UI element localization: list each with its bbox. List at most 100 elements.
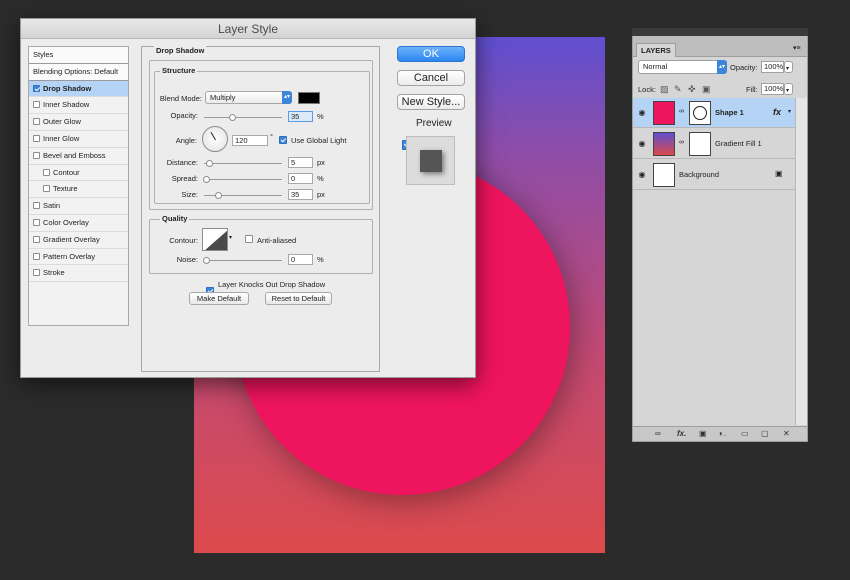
style-item[interactable]: Pattern Overlay bbox=[29, 249, 128, 266]
style-item[interactable]: Color Overlay bbox=[29, 215, 128, 232]
style-checkbox[interactable] bbox=[33, 269, 40, 277]
make-default-button[interactable]: Make Default bbox=[189, 292, 249, 305]
spread-slider-thumb[interactable] bbox=[203, 176, 210, 183]
size-field[interactable]: 35 bbox=[288, 189, 313, 200]
lock-icon: ▣ bbox=[775, 169, 783, 178]
cancel-button[interactable]: Cancel bbox=[397, 70, 465, 86]
distance-label: Distance: bbox=[166, 158, 198, 167]
size-slider[interactable] bbox=[204, 192, 282, 199]
layers-tab[interactable]: LAYERS bbox=[636, 43, 676, 57]
noise-slider-thumb[interactable] bbox=[203, 257, 210, 264]
style-item[interactable]: Stroke bbox=[29, 265, 128, 283]
style-item-label: Color Overlay bbox=[43, 217, 89, 227]
noise-field[interactable]: 0 bbox=[288, 254, 313, 265]
style-checkbox[interactable] bbox=[43, 168, 50, 176]
style-item[interactable]: Styles bbox=[29, 47, 128, 64]
anti-aliased-checkbox[interactable] bbox=[245, 235, 253, 243]
style-item[interactable]: Drop Shadow bbox=[29, 80, 128, 98]
style-item-label: Outer Glow bbox=[43, 117, 81, 127]
blend-mode-select[interactable]: Multiply ▴▾ bbox=[205, 91, 292, 104]
ok-button[interactable]: OK bbox=[397, 46, 465, 62]
fx-icon[interactable]: fx bbox=[773, 107, 781, 117]
trash-icon[interactable]: ✕ bbox=[783, 429, 790, 439]
layer-name[interactable]: Background bbox=[679, 170, 719, 179]
link-chain-icon[interactable]: ∞ bbox=[679, 108, 684, 115]
contour-dropdown-icon[interactable]: ▾ bbox=[229, 234, 232, 241]
size-slider-thumb[interactable] bbox=[215, 192, 222, 199]
style-item[interactable]: Inner Shadow bbox=[29, 97, 128, 115]
style-item[interactable]: Texture bbox=[29, 181, 128, 199]
layer-row-background[interactable]: ◉ Background ▣ bbox=[633, 160, 795, 190]
layer-row-gradient-fill-1[interactable]: ◉ ∞ Gradient Fill 1 bbox=[633, 129, 795, 159]
style-item[interactable]: Bevel and Emboss bbox=[29, 148, 128, 165]
layer-row-shape-1[interactable]: ◉ ∞ Shape 1 fx ▾ bbox=[633, 98, 795, 128]
add-style-icon[interactable]: fx. bbox=[677, 429, 686, 439]
knockout-label: Layer Knocks Out Drop Shadow bbox=[218, 280, 326, 289]
lock-pixels-icon[interactable]: ✎ bbox=[674, 84, 682, 95]
link-layers-icon[interactable]: ∞ bbox=[655, 429, 661, 439]
distance-slider[interactable] bbox=[204, 160, 282, 167]
shadow-color-swatch[interactable] bbox=[298, 92, 320, 104]
angle-label: Angle: bbox=[175, 136, 197, 145]
spread-slider[interactable] bbox=[203, 176, 282, 183]
new-group-icon[interactable]: ▭ bbox=[741, 429, 749, 439]
layer-blend-mode-value: Normal bbox=[643, 62, 668, 71]
style-checkbox[interactable] bbox=[33, 84, 40, 92]
opacity-slider-thumb[interactable] bbox=[229, 114, 236, 121]
panel-menu-icon[interactable]: ▾≡ bbox=[793, 44, 801, 52]
style-checkbox[interactable] bbox=[33, 134, 40, 142]
fill-dropdown[interactable]: ▾ bbox=[784, 83, 793, 95]
layer-name[interactable]: Gradient Fill 1 bbox=[715, 139, 762, 148]
fill-field[interactable]: 100% bbox=[761, 83, 784, 95]
distance-unit: px bbox=[317, 158, 325, 167]
layers-scrollbar[interactable] bbox=[795, 98, 807, 425]
opacity-field[interactable]: 35 bbox=[288, 111, 313, 122]
new-style-button[interactable]: New Style... bbox=[397, 94, 465, 110]
preview-square bbox=[420, 150, 442, 172]
dialog-title[interactable]: Layer Style bbox=[21, 19, 475, 39]
noise-slider[interactable] bbox=[203, 257, 282, 264]
lock-transparent-icon[interactable]: ▨ bbox=[660, 84, 669, 95]
style-checkbox[interactable] bbox=[33, 118, 40, 126]
style-item[interactable]: Gradient Overlay bbox=[29, 232, 128, 249]
style-checkbox[interactable] bbox=[33, 202, 40, 210]
layer-opacity-dropdown[interactable]: ▾ bbox=[784, 61, 793, 73]
lock-position-icon[interactable]: ✜ bbox=[688, 84, 696, 95]
angle-field[interactable]: 120 bbox=[232, 135, 268, 146]
styles-list: Styles Blending Options: Default Drop Shad… bbox=[28, 46, 129, 326]
distance-slider-thumb[interactable] bbox=[206, 160, 213, 167]
add-mask-icon[interactable]: ▣ bbox=[699, 429, 707, 439]
style-item[interactable]: Inner Glow bbox=[29, 131, 128, 148]
visibility-eye-icon[interactable]: ◉ bbox=[637, 109, 647, 117]
style-item[interactable]: Satin bbox=[29, 198, 128, 215]
style-checkbox[interactable] bbox=[33, 101, 40, 109]
style-checkbox[interactable] bbox=[33, 218, 40, 226]
layer-opacity-field[interactable]: 100% bbox=[761, 61, 784, 73]
style-checkbox[interactable] bbox=[33, 252, 40, 260]
style-checkbox[interactable] bbox=[33, 151, 40, 159]
adjustment-layer-icon[interactable]: ◐. bbox=[719, 429, 726, 439]
layer-name[interactable]: Shape 1 bbox=[715, 108, 744, 117]
link-chain-icon[interactable]: ∞ bbox=[679, 139, 684, 146]
reset-to-default-button[interactable]: Reset to Default bbox=[265, 292, 332, 305]
use-global-light-checkbox[interactable] bbox=[279, 136, 287, 144]
layer-blend-mode-select[interactable]: Normal ▴▾ bbox=[638, 60, 727, 74]
style-checkbox[interactable] bbox=[33, 235, 40, 243]
expand-effects-icon[interactable]: ▾ bbox=[788, 108, 791, 115]
style-item[interactable]: Blending Options: Default bbox=[29, 63, 128, 81]
opacity-unit: % bbox=[317, 112, 324, 121]
distance-field[interactable]: 5 bbox=[288, 157, 313, 168]
visibility-eye-icon[interactable]: ◉ bbox=[637, 171, 647, 179]
style-item[interactable]: Outer Glow bbox=[29, 114, 128, 131]
lock-all-icon[interactable]: ▣ bbox=[702, 84, 711, 95]
preview-thumbnail bbox=[406, 136, 455, 185]
new-layer-icon[interactable]: ▢ bbox=[761, 429, 769, 439]
mask-circle bbox=[693, 106, 707, 120]
opacity-slider[interactable] bbox=[204, 114, 282, 121]
style-item[interactable]: Contour bbox=[29, 165, 128, 182]
spread-field[interactable]: 0 bbox=[288, 173, 313, 184]
style-checkbox[interactable] bbox=[43, 185, 50, 193]
angle-dial[interactable] bbox=[202, 126, 228, 152]
contour-picker[interactable] bbox=[202, 228, 228, 251]
visibility-eye-icon[interactable]: ◉ bbox=[637, 140, 647, 148]
